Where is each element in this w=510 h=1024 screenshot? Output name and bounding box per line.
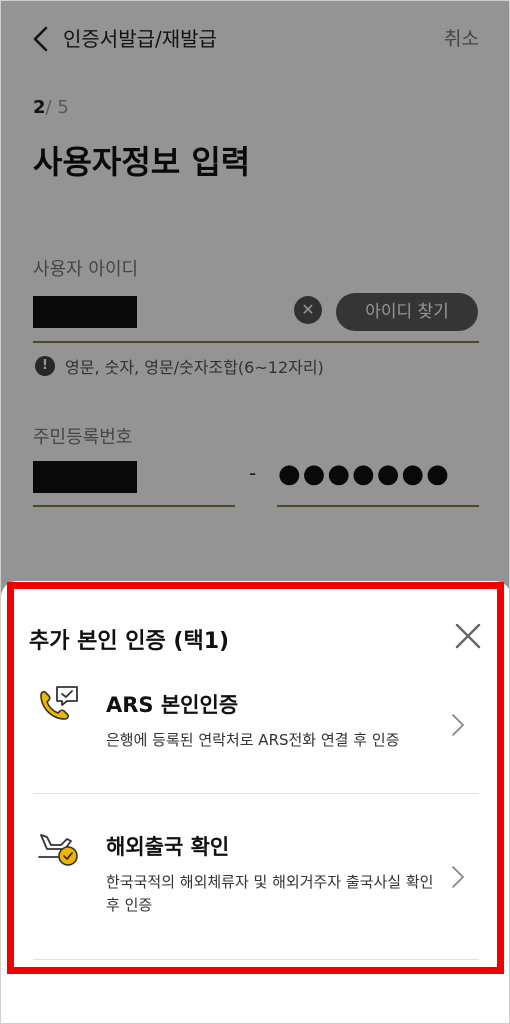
highlight-box — [7, 582, 504, 974]
app-screen: 인증서발급/재발급 취소 2/ 5 사용자정보 입력 사용자 아이디 ✕ 아이디… — [0, 0, 510, 1024]
